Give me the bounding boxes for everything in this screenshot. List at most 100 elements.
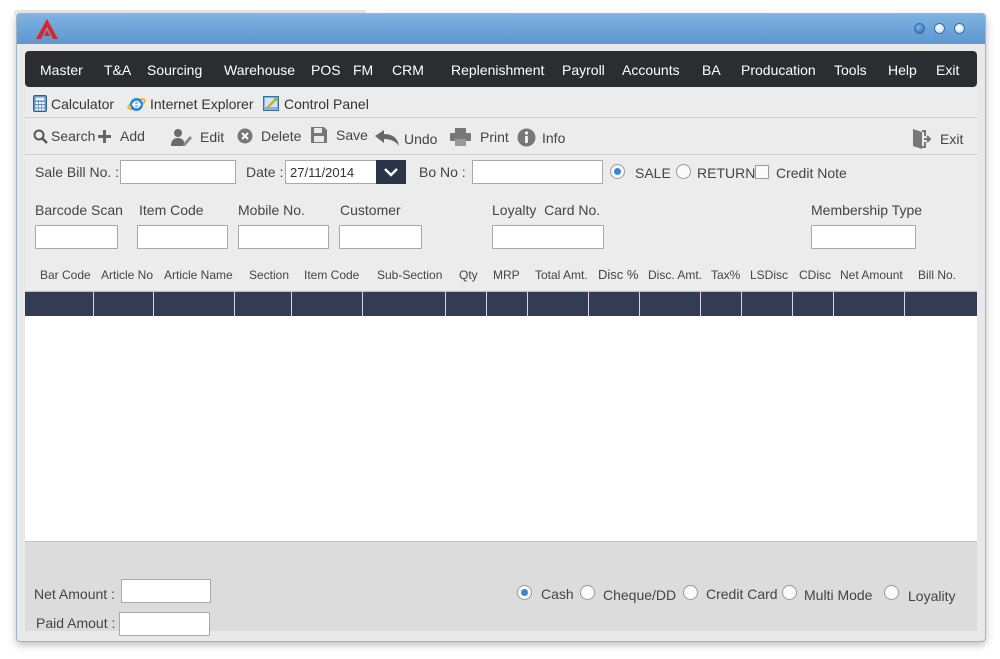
column-article-name[interactable]: Article Name [164,268,233,282]
save-button[interactable]: Save [310,126,368,144]
column-mrp[interactable]: MRP [493,268,520,282]
print-button[interactable]: Print [450,128,509,146]
return-radio[interactable] [676,164,691,179]
window-close-button[interactable] [954,23,965,34]
column-sub-section[interactable]: Sub-Section [377,268,442,282]
delete-icon [237,128,253,144]
delete-button[interactable]: Delete [237,128,301,144]
column-lsdisc[interactable]: LSDisc [750,268,788,282]
column-section[interactable]: Section [249,268,289,282]
date-input[interactable] [285,160,377,184]
menu-payroll[interactable]: Payroll [562,62,605,78]
control-panel-label: Control Panel [284,95,369,112]
column-total-amt[interactable]: Total Amt. [535,268,588,282]
menu-pos[interactable]: POS [311,62,341,78]
payment-cheque-radio[interactable] [580,585,595,600]
column-qty[interactable]: Qty [459,268,478,282]
exit-button[interactable]: Exit [912,129,963,149]
menu-accounts[interactable]: Accounts [622,62,680,78]
column-article-no[interactable]: Article No [101,268,153,282]
column-divider [362,292,363,316]
menu-tools[interactable]: Tools [834,62,867,78]
date-picker-button[interactable] [376,160,406,184]
internet-explorer-launcher[interactable]: Internet Explorer [127,95,254,113]
credit-note-checkbox[interactable] [755,165,769,179]
column-disc-percent[interactable]: Disc % [598,267,638,282]
sale-bill-input[interactable] [120,160,236,184]
action-toolbar: Search Add Edit Delete Save Undo Print I… [25,119,977,155]
membership-type-input[interactable] [811,225,916,249]
column-item-code[interactable]: Item Code [304,268,359,282]
payment-footer: Net Amount : Paid Amout : Cash Cheque/DD… [25,541,977,636]
bo-no-input[interactable] [472,160,603,184]
undo-label: Undo [404,130,438,147]
edit-icon [171,129,192,146]
column-disc-amt[interactable]: Disc. Amt. [648,268,702,282]
column-bill-no[interactable]: Bill No. [918,268,956,282]
barcode-scan-input[interactable] [35,225,118,249]
window-maximize-button[interactable] [934,23,945,34]
chevron-down-icon [384,167,398,177]
payment-cheque-label: Cheque/DD [603,587,677,603]
column-net-amount[interactable]: Net Amount [840,268,903,282]
payment-cash-label: Cash [541,586,574,602]
menu-sourcing[interactable]: Sourcing [147,62,202,78]
column-divider [234,292,235,316]
column-bar-code[interactable]: Bar Code [40,268,91,282]
item-code-input[interactable] [137,225,228,249]
save-label: Save [336,127,368,143]
menu-help[interactable]: Help [888,62,917,78]
sale-radio-label: SALE [635,165,671,181]
title-bar [17,14,985,44]
menu-fm[interactable]: FM [353,62,373,78]
payment-credit-card-radio[interactable] [683,585,698,600]
sale-radio[interactable] [610,164,625,179]
exit-icon [913,129,932,149]
items-table[interactable] [25,291,977,541]
application-window: Master T&A Sourcing Warehouse POS FM CRM… [16,13,986,642]
column-divider [588,292,589,316]
undo-button[interactable]: Undo [375,130,437,147]
payment-cash-radio[interactable] [517,585,532,600]
mobile-no-input[interactable] [238,225,329,249]
column-divider [527,292,528,316]
control-panel-icon [263,96,279,111]
quick-launch-bar: Calculator Internet Explorer Control Pan… [25,88,977,118]
column-divider [153,292,154,316]
net-amount-input[interactable] [121,579,211,603]
menu-exit[interactable]: Exit [936,62,959,78]
paid-amount-input[interactable] [119,612,210,636]
add-label: Add [120,128,145,144]
menu-replenishment[interactable]: Replenishment [451,62,544,78]
add-button[interactable]: Add [97,128,145,144]
column-tax-percent[interactable]: Tax% [711,268,740,282]
calculator-launcher[interactable]: Calculator [33,95,114,112]
search-label: Search [51,128,96,144]
item-code-label: Item Code [139,202,204,218]
add-icon [98,129,111,143]
menu-crm[interactable]: CRM [392,62,424,78]
menu-ta[interactable]: T&A [104,62,131,78]
search-button[interactable]: Search [33,128,95,144]
payment-loyality-radio[interactable] [884,585,899,600]
table-header-row [25,292,977,316]
exit-label: Exit [940,131,964,147]
window-minimize-button[interactable] [914,23,925,34]
edit-button[interactable]: Edit [171,128,224,146]
customer-input[interactable] [339,225,422,249]
print-icon [450,128,471,146]
control-panel-launcher[interactable]: Control Panel [263,95,369,112]
menu-producation[interactable]: Producation [741,62,816,78]
membership-type-label: Membership Type [811,202,923,218]
info-button[interactable]: Info [517,128,565,147]
menu-master[interactable]: Master [40,62,83,78]
payment-multi-mode-radio[interactable] [782,585,797,600]
date-label: Date : [246,164,284,180]
menu-ba[interactable]: BA [702,62,721,78]
print-label: Print [480,129,509,145]
column-cdisc[interactable]: CDisc [799,268,831,282]
menu-warehouse[interactable]: Warehouse [224,62,295,78]
column-divider [833,292,834,316]
loyalty-card-input[interactable] [492,225,604,249]
undo-icon [375,130,399,146]
